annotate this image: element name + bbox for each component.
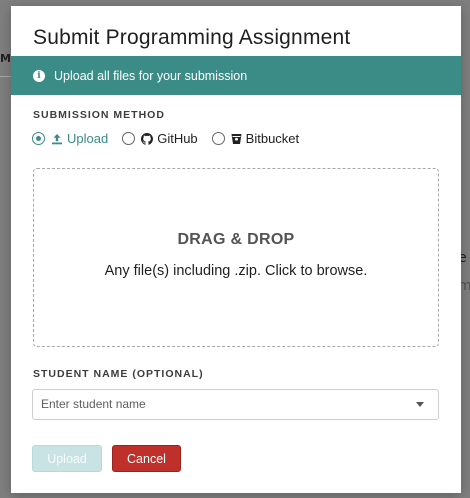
modal-title: Submit Programming Assignment xyxy=(33,26,351,49)
info-banner: i Upload all files for your submission xyxy=(11,56,461,95)
student-name-select[interactable]: Enter student name xyxy=(32,389,439,420)
submit-assignment-modal: Submit Programming Assignment i Upload a… xyxy=(11,6,461,493)
submission-method-label: SUBMISSION METHOD xyxy=(33,109,165,121)
upload-radio[interactable] xyxy=(32,132,45,145)
radio-option-github[interactable]: GitHub xyxy=(122,131,198,146)
github-icon xyxy=(141,132,154,145)
info-icon: i xyxy=(33,69,45,82)
dropzone-instructions: Any file(s) including .zip. Click to bro… xyxy=(104,263,368,279)
submission-method-radio-group: Upload GitHub Bitbucket xyxy=(32,131,313,146)
bitbucket-option-label: Bitbucket xyxy=(245,131,300,146)
chevron-down-icon[interactable] xyxy=(416,402,424,407)
file-dropzone[interactable]: DRAG & DROP Any file(s) including .zip. … xyxy=(33,168,439,347)
upload-button[interactable]: Upload xyxy=(32,445,102,472)
github-option-label: GitHub xyxy=(157,131,198,146)
upload-icon xyxy=(51,133,63,145)
bitbucket-radio[interactable] xyxy=(211,132,225,145)
upload-option-label: Upload xyxy=(67,131,109,146)
radio-option-bitbucket[interactable]: Bitbucket xyxy=(211,131,300,146)
radio-option-upload[interactable]: Upload xyxy=(32,131,108,146)
dropzone-title: DRAG & DROP xyxy=(177,231,295,248)
github-radio[interactable] xyxy=(122,132,136,145)
student-name-placeholder: Enter student name xyxy=(41,397,146,411)
info-banner-text: Upload all files for your submission xyxy=(54,68,248,83)
bitbucket-icon xyxy=(231,133,242,145)
cancel-button[interactable]: Cancel xyxy=(112,445,181,472)
student-name-label: STUDENT NAME (OPTIONAL) xyxy=(33,368,204,380)
